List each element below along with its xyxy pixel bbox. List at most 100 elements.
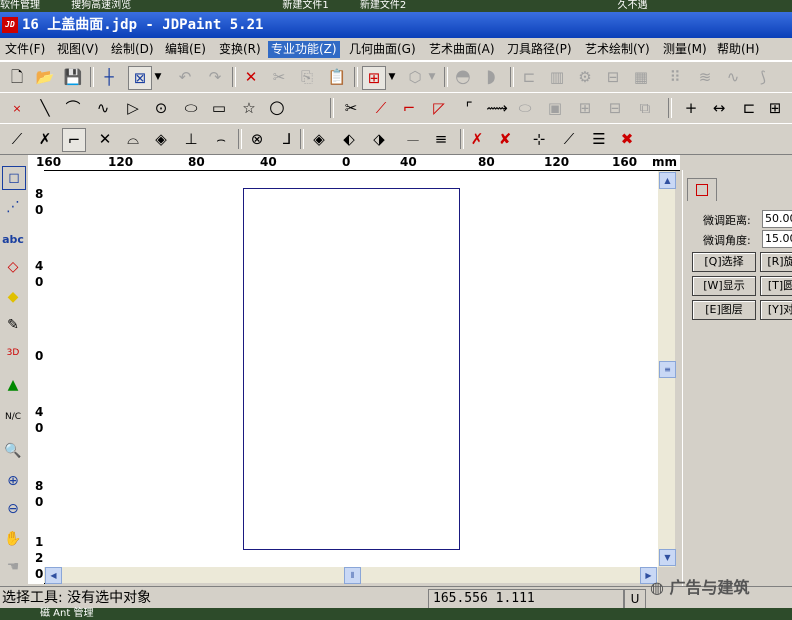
- insert-node-icon[interactable]: ⊹: [528, 128, 550, 150]
- box-select-icon[interactable]: ⊠: [128, 66, 152, 90]
- offset-icon[interactable]: ⟿: [486, 97, 508, 119]
- zoom-window-icon[interactable]: 🔍: [2, 440, 24, 462]
- stretch-icon[interactable]: ↔: [708, 97, 730, 119]
- menu-tool-path[interactable]: 刀具路径(P): [504, 41, 575, 58]
- flatten-icon[interactable]: ⏤: [402, 128, 424, 150]
- menu-measure[interactable]: 测量(M): [660, 41, 710, 58]
- horizontal-scrollbar[interactable]: ◀ ⦀ ▶: [44, 567, 658, 584]
- new-file-icon[interactable]: 🗋: [6, 66, 28, 88]
- nc-tool-icon[interactable]: N/C: [2, 406, 24, 428]
- circle-button[interactable]: [T]圆: [760, 276, 792, 296]
- line-icon[interactable]: ╲: [34, 97, 56, 119]
- copy-icon[interactable]: ⎘: [296, 66, 318, 88]
- node-point-icon[interactable]: ⊗: [246, 128, 268, 150]
- text-tool-icon[interactable]: abc: [2, 228, 24, 250]
- menu-geometric-surface[interactable]: 几何曲面(G): [346, 41, 419, 58]
- scroll-down-icon[interactable]: ▼: [659, 549, 676, 566]
- menu-view[interactable]: 视图(V): [54, 41, 102, 58]
- scale-icon[interactable]: ⊞: [764, 97, 786, 119]
- menu-draw[interactable]: 绘制(D): [108, 41, 157, 58]
- menu-art-surface[interactable]: 艺术曲面(A): [426, 41, 498, 58]
- layer-edit-icon[interactable]: ≡: [430, 128, 452, 150]
- spiral-icon[interactable]: ⟆: [752, 66, 774, 88]
- coordinate-view-icon[interactable]: ⊞: [362, 66, 386, 90]
- diamond-node-icon[interactable]: ◈: [308, 128, 330, 150]
- panel-tab-select[interactable]: [687, 178, 717, 201]
- diamond-x-icon[interactable]: ⬗: [368, 128, 390, 150]
- node-list-icon[interactable]: ☰: [588, 128, 610, 150]
- undo-icon[interactable]: ↶: [174, 66, 196, 88]
- spline-icon[interactable]: ∿: [92, 97, 114, 119]
- arc-node-icon[interactable]: ⌢: [210, 128, 232, 150]
- diamond-cross-icon[interactable]: ⬖: [338, 128, 360, 150]
- 3d-tool-icon[interactable]: 3D: [2, 342, 24, 364]
- save-icon[interactable]: 💾: [62, 66, 84, 88]
- trim-icon[interactable]: ✂: [340, 97, 362, 119]
- paste-icon[interactable]: 📋: [326, 66, 348, 88]
- corner-icon[interactable]: ⌜: [458, 97, 480, 119]
- cut-icon[interactable]: ✂: [268, 66, 290, 88]
- curve-edit-icon[interactable]: ∿: [722, 66, 744, 88]
- star-icon[interactable]: ☆: [238, 97, 260, 119]
- shield-shade-icon[interactable]: ◗: [480, 66, 502, 88]
- crosshair-icon[interactable]: ┼: [98, 66, 120, 88]
- delete-node-icon[interactable]: ✗: [466, 128, 488, 150]
- zoom-out-icon[interactable]: ⊖: [2, 498, 24, 520]
- menu-file[interactable]: 文件(F): [2, 41, 48, 58]
- break-icon[interactable]: ✗: [34, 128, 56, 150]
- menu-help[interactable]: 帮助(H): [714, 41, 762, 58]
- align-button[interactable]: [Y]对: [760, 300, 792, 320]
- chamfer-icon[interactable]: ◸: [428, 97, 450, 119]
- gear-transform-icon[interactable]: ⚙: [574, 66, 596, 88]
- menu-transform[interactable]: 变换(R): [216, 41, 264, 58]
- dropdown-arrow-icon[interactable]: ▼: [386, 66, 398, 88]
- vertical-scrollbar[interactable]: ▲ ≡ ▼: [658, 171, 676, 567]
- zoom-in-icon[interactable]: ⊕: [2, 470, 24, 492]
- remove-node-icon[interactable]: ✘: [494, 128, 516, 150]
- ellipse-icon[interactable]: ⬭: [180, 97, 202, 119]
- align-icon[interactable]: ⊏: [518, 66, 540, 88]
- close-node-icon[interactable]: ✖: [616, 128, 638, 150]
- distance-input[interactable]: 50.00: [762, 210, 792, 228]
- dropdown-arrow-icon[interactable]: ▼: [426, 66, 438, 88]
- round-node-icon[interactable]: ◈: [150, 128, 172, 150]
- scroll-thumb[interactable]: ⦀: [344, 567, 361, 584]
- shape-tool-icon[interactable]: ◇: [2, 256, 24, 278]
- inset-icon[interactable]: ▣: [544, 97, 566, 119]
- corner-point-icon[interactable]: ⌐: [62, 128, 86, 152]
- mirror-icon[interactable]: ▦: [630, 66, 652, 88]
- 3d-view-icon[interactable]: ⬡: [404, 66, 426, 88]
- pen-tool-icon[interactable]: ✎: [2, 314, 24, 336]
- select-tool-icon[interactable]: ◻: [2, 166, 26, 190]
- scroll-up-icon[interactable]: ▲: [659, 172, 676, 189]
- display-button[interactable]: [W]显示: [692, 276, 756, 296]
- grid-icon[interactable]: ⠿: [664, 66, 686, 88]
- slot-icon[interactable]: ⬭: [514, 97, 536, 119]
- select-button[interactable]: [Q]选择: [692, 252, 756, 272]
- circle-icon[interactable]: ○: [266, 97, 288, 119]
- relief-tool-icon[interactable]: ▲: [2, 374, 24, 396]
- fillet-icon[interactable]: ⌐: [398, 97, 420, 119]
- fill-tool-icon[interactable]: ◆: [2, 286, 24, 308]
- node-tool-icon[interactable]: ⋰: [2, 196, 24, 218]
- redo-icon[interactable]: ↷: [204, 66, 226, 88]
- extend-icon[interactable]: ⟋: [370, 97, 392, 119]
- rotate-button[interactable]: [R]旋: [760, 252, 792, 272]
- open-folder-icon[interactable]: 📂: [34, 66, 56, 88]
- dropdown-arrow-icon[interactable]: ▼: [152, 66, 164, 88]
- shade-icon[interactable]: ◓: [452, 66, 474, 88]
- rotate-icon[interactable]: ⊏: [738, 97, 760, 119]
- menu-art-drawing[interactable]: 艺术绘制(Y): [582, 41, 653, 58]
- hand-icon[interactable]: ☚: [2, 556, 24, 578]
- perpendicular-icon[interactable]: ⊥: [180, 128, 202, 150]
- scroll-left-icon[interactable]: ◀: [45, 567, 62, 584]
- delete-icon[interactable]: ✕: [240, 66, 262, 88]
- node-cross-icon[interactable]: ⅃: [276, 128, 298, 150]
- circle-center-icon[interactable]: ⊙: [150, 97, 172, 119]
- angle-input[interactable]: 15.00: [762, 230, 792, 248]
- pan-icon[interactable]: ✋: [2, 528, 24, 550]
- scroll-thumb[interactable]: ≡: [659, 361, 676, 378]
- split-icon[interactable]: ⊟: [604, 97, 626, 119]
- menu-edit[interactable]: 编辑(E): [162, 41, 209, 58]
- join-icon[interactable]: ⧉: [634, 97, 656, 119]
